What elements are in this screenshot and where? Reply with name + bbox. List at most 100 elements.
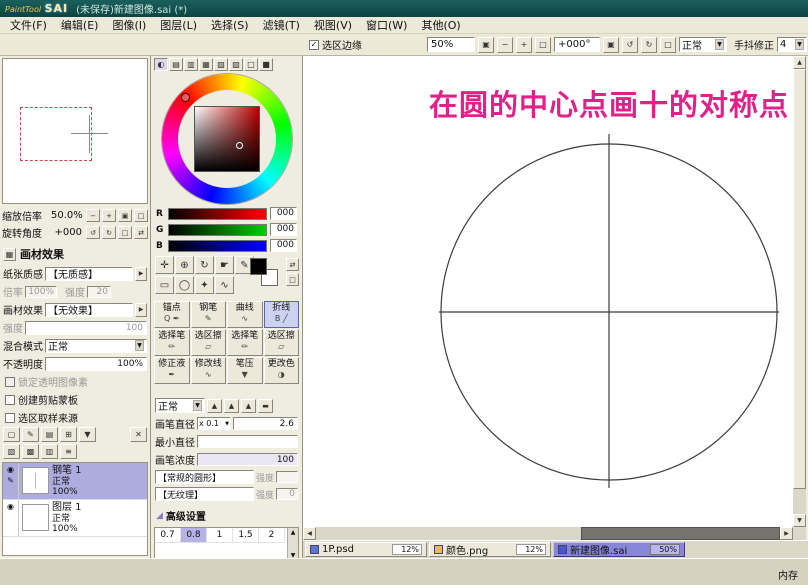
scroll-up-icon[interactable]: ▲	[291, 529, 296, 536]
document-tab-color-png[interactable]: 颜色.png 12%	[429, 542, 551, 557]
brush-density-slider[interactable]: 100	[197, 453, 298, 466]
delete-layer-button[interactable]: ✕	[130, 427, 147, 442]
advanced-settings-header[interactable]: ◢ 高级设置	[151, 508, 302, 523]
brush-size-preset[interactable]: 1.5	[233, 528, 259, 543]
canvas-vertical-scrollbar[interactable]: ▲ ▼	[793, 56, 806, 527]
default-colors-button[interactable]: □	[286, 273, 299, 286]
scroll-up-button[interactable]: ▲	[793, 56, 806, 69]
scroll-left-button[interactable]: ◀	[303, 527, 316, 540]
layer-info[interactable]: 图层 1 正常 100%	[52, 500, 147, 536]
new-linework-layer-button[interactable]: ✎	[22, 427, 39, 442]
menu-filter[interactable]: 滤镜(T)	[256, 16, 307, 34]
vertical-scroll-thumb[interactable]	[793, 69, 806, 489]
navigator-rotate-ccw-button[interactable]: ↺	[86, 226, 100, 239]
rotate-ccw-button[interactable]: ↺	[622, 37, 638, 53]
hsv-slider-tab-icon[interactable]: ▥	[184, 58, 198, 71]
canvas-horizontal-scrollbar[interactable]: ◀ ▶	[303, 527, 793, 540]
brush-edge-soft-icon[interactable]: ▲	[224, 399, 239, 413]
material-effect-browse-button[interactable]: ▶	[135, 303, 147, 317]
color-wheel-tab-icon[interactable]: ◐	[154, 58, 168, 71]
canvas-viewport[interactable]: 在圆的中心点画十的对称点	[303, 56, 793, 527]
zoom-in-button[interactable]: +	[516, 37, 532, 53]
move-tool-icon[interactable]: ✛	[155, 256, 174, 274]
layer-item-linework1[interactable]: ◉ ✎ 钢笔 1 正常 100%	[3, 463, 147, 500]
navigator-zoom-reset-button[interactable]: □	[134, 209, 148, 222]
brush-texture-strength-value[interactable]: 0	[276, 488, 298, 500]
layer-info[interactable]: 钢笔 1 正常 100%	[52, 463, 147, 499]
menu-layer[interactable]: 图层(L)	[153, 16, 204, 34]
eye-icon[interactable]: ◉	[7, 503, 14, 511]
layer-visibility-column[interactable]: ◉	[3, 500, 19, 536]
brush-size-preset[interactable]: 2	[259, 528, 285, 543]
new-layer-folder-button[interactable]: ▤	[41, 427, 58, 442]
magic-wand-tool-icon[interactable]: ✦	[195, 276, 214, 294]
hue-marker[interactable]	[181, 93, 190, 102]
swatches-tab-icon[interactable]: ▧	[214, 58, 228, 71]
rotate-reset-button[interactable]: □	[660, 37, 676, 53]
navigator-preview[interactable]	[2, 58, 148, 204]
red-slider[interactable]	[168, 208, 267, 220]
zoom-fit-button[interactable]: ▣	[478, 37, 494, 53]
navigator-zoom-in-button[interactable]: +	[102, 209, 116, 222]
rect-select-tool-icon[interactable]: ▭	[155, 276, 174, 294]
brush-blend-mode-select[interactable]: 正常 ▼	[155, 398, 205, 413]
brush-diameter-unit-select[interactable]: x 0.1 ▼	[197, 417, 231, 430]
brush-size-preset-selected[interactable]: 0.8	[181, 528, 207, 543]
menu-window[interactable]: 窗口(W)	[359, 16, 414, 34]
lock-layer-button[interactable]: ▥	[41, 444, 58, 459]
material-effect-select[interactable]: 【无效果】	[45, 303, 133, 317]
panel-menu-icon[interactable]: ■	[259, 58, 273, 71]
merge-down-button[interactable]: ▼	[79, 427, 96, 442]
navigator-zoom-out-button[interactable]: −	[86, 209, 100, 222]
min-diameter-slider[interactable]	[197, 435, 298, 448]
zoom-reset-button[interactable]: □	[535, 37, 551, 53]
brush-diameter-slider[interactable]: 2.6	[233, 417, 298, 430]
navigator-view-rect[interactable]	[20, 107, 92, 161]
sv-marker[interactable]	[236, 142, 243, 149]
lasso-tool-icon[interactable]: ◯	[175, 276, 194, 294]
navigator-rotate-reset-button[interactable]: □	[118, 226, 132, 239]
menu-image[interactable]: 图像(I)	[105, 16, 153, 34]
angle-value-field[interactable]: +000°	[554, 37, 600, 52]
presets-scrollbar[interactable]: ▲ ▼	[287, 528, 298, 560]
blue-slider[interactable]	[168, 240, 267, 252]
layer-opacity-slider[interactable]: 100%	[45, 357, 147, 371]
tool-pressure[interactable]: 笔压 ▼	[227, 357, 263, 384]
selection-source-checkbox[interactable]: 选区取样来源	[0, 410, 150, 425]
document-tab-1p-psd[interactable]: 1P.psd 12%	[305, 542, 427, 557]
brush-shape-select[interactable]: 【常规的圆形】	[155, 470, 254, 484]
menu-view[interactable]: 视图(V)	[307, 16, 359, 34]
zoom-tool-icon[interactable]: ⊕	[175, 256, 194, 274]
tool-correction[interactable]: 修正液 ✒	[154, 357, 190, 384]
tool-pen[interactable]: 钢笔 ✎	[191, 301, 227, 328]
menu-file[interactable]: 文件(F)	[3, 16, 54, 34]
layer-thumbnail[interactable]	[22, 504, 49, 531]
foreground-color-swatch[interactable]	[250, 258, 267, 275]
menu-edit[interactable]: 编辑(E)	[54, 16, 106, 34]
scroll-right-button[interactable]: ▶	[780, 527, 793, 540]
brush-edge-hard-icon[interactable]: ▲	[207, 399, 222, 413]
clipping-mask-checkbox[interactable]: 创建剪贴蒙板	[0, 392, 150, 407]
scroll-down-button[interactable]: ▼	[793, 514, 806, 527]
navigator-zoom-fit-button[interactable]: ▣	[118, 209, 132, 222]
tool-select-pen-2[interactable]: 选择笔 ✏	[227, 329, 263, 356]
tool-select-pen[interactable]: 选择笔 ✏	[154, 329, 190, 356]
saturation-value-square[interactable]	[194, 106, 260, 172]
effect-strength-slider[interactable]: 100	[25, 321, 147, 335]
paper-texture-browse-button[interactable]: ▶	[135, 267, 147, 281]
menu-select[interactable]: 选择(S)	[204, 16, 256, 34]
curve-select-tool-icon[interactable]: ∿	[215, 276, 234, 294]
layer-menu-button[interactable]: ≡	[60, 444, 77, 459]
brush-size-preset[interactable]: 1	[207, 528, 233, 543]
brush-edge-flat-icon[interactable]: ▬	[258, 399, 273, 413]
selection-edge-checkbox[interactable]: ✓ 选区边缘	[309, 37, 362, 52]
document-tab-new-image-sai[interactable]: 新建图像.sai 50%	[553, 542, 685, 557]
color-wheel[interactable]	[162, 74, 292, 204]
fill-layer-button[interactable]: ▩	[22, 444, 39, 459]
layer-blend-mode-select[interactable]: 正常 ▼	[45, 339, 147, 353]
tool-selection-eraser-2[interactable]: 选区擦 ▱	[264, 329, 300, 356]
red-value[interactable]: 000	[270, 207, 297, 220]
brush-texture-select[interactable]: 【无纹理】	[155, 487, 254, 501]
navigator-rotate-cw-button[interactable]: ↻	[102, 226, 116, 239]
green-value[interactable]: 000	[270, 223, 297, 236]
